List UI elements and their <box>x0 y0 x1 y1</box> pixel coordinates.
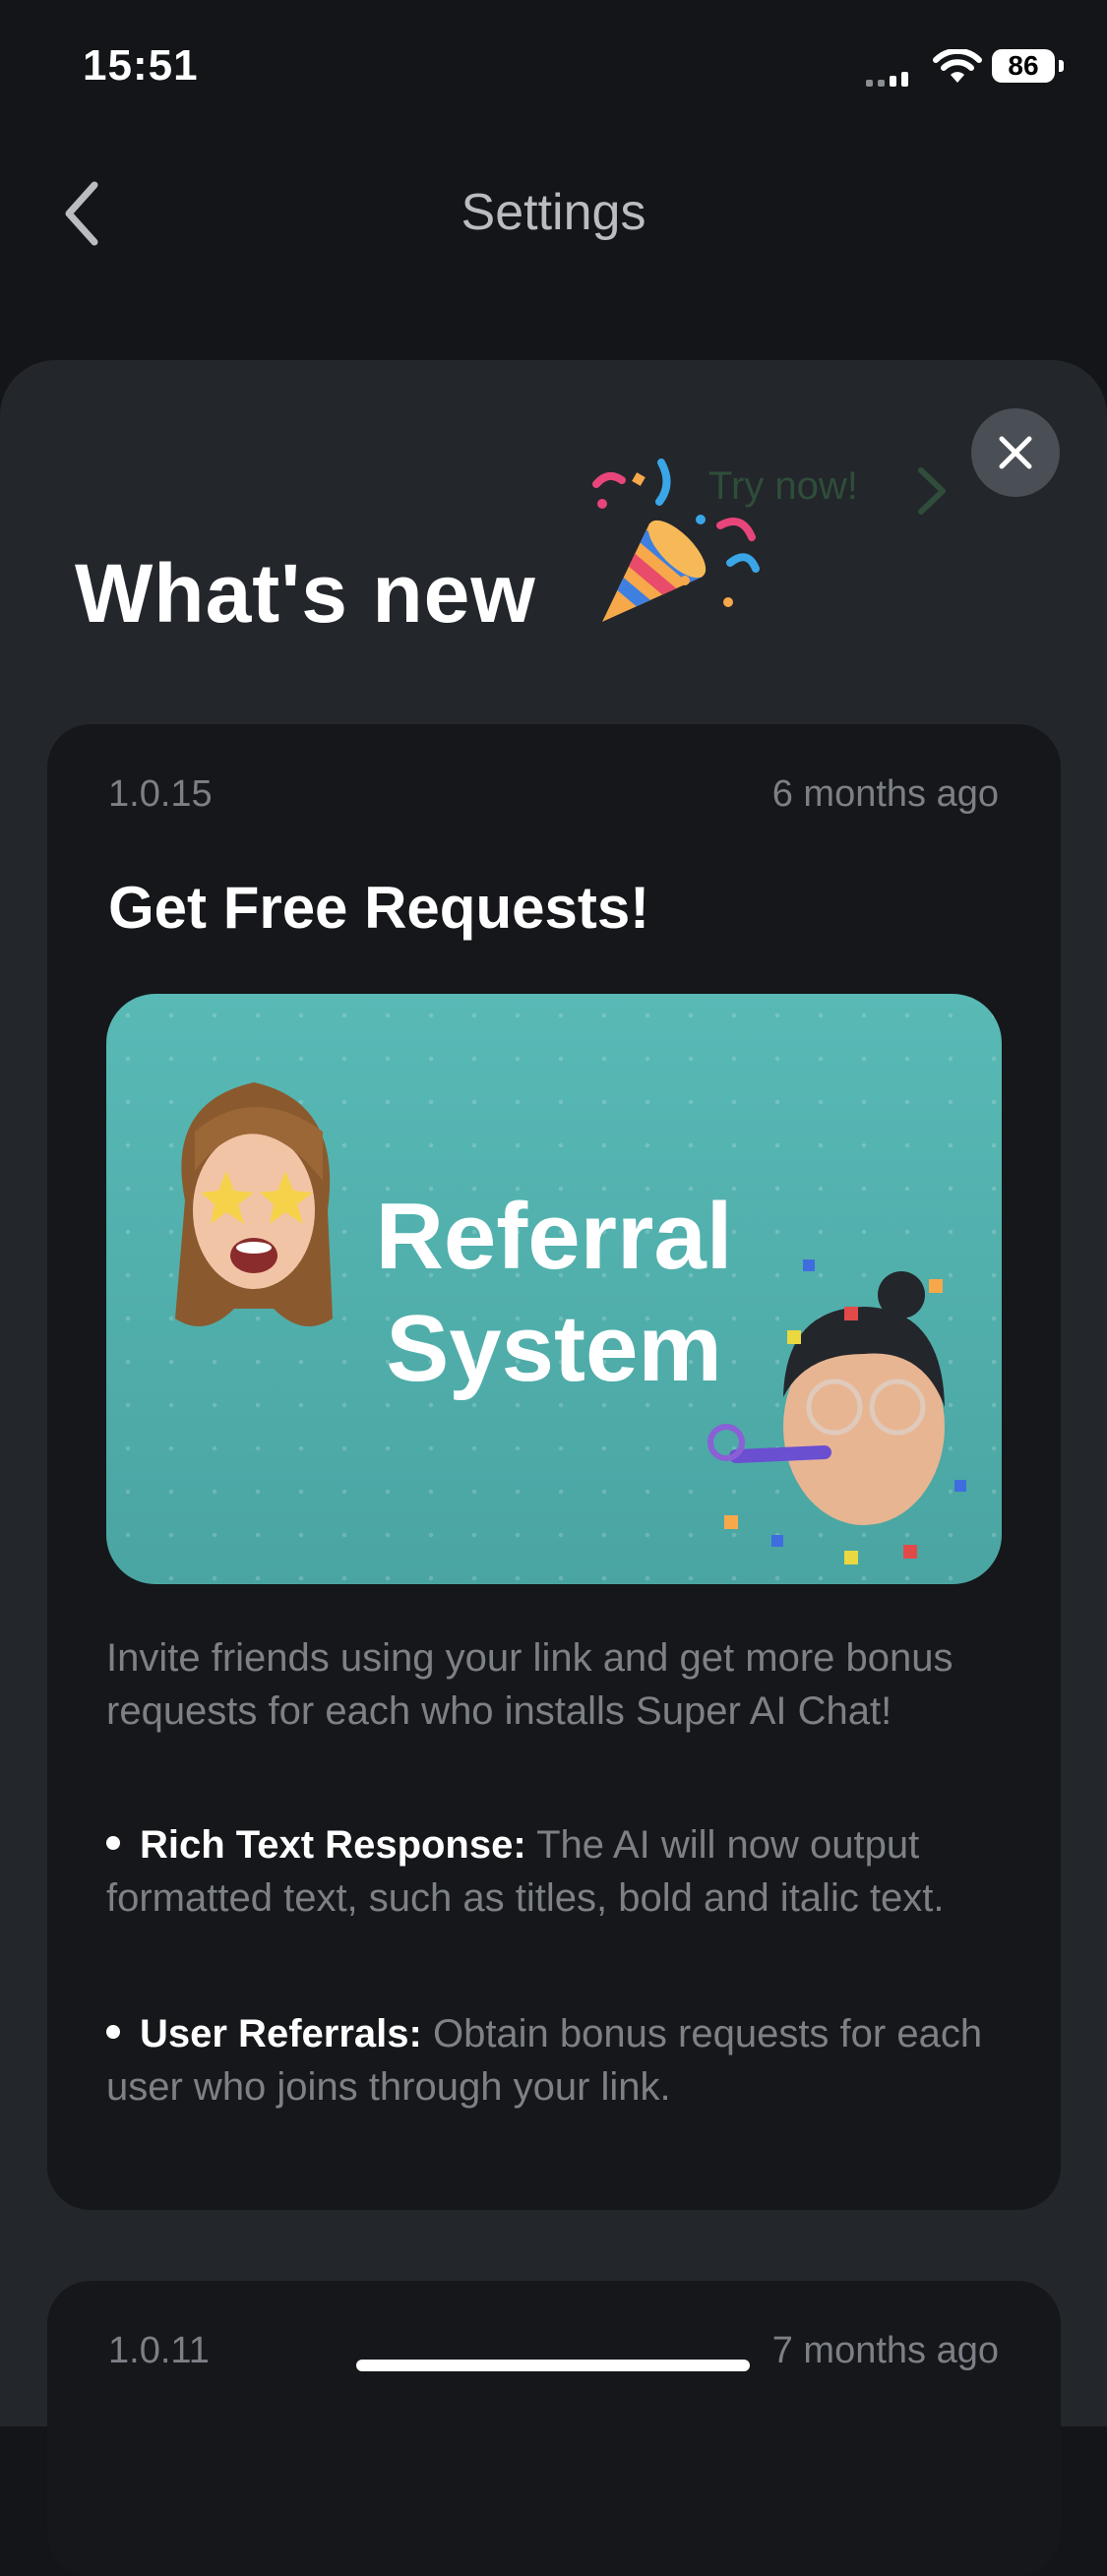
chevron-right-icon <box>918 467 946 515</box>
bullet-dot <box>106 2025 120 2040</box>
cellular-signal-icon <box>866 69 913 87</box>
release-description: Invite friends using your link and get m… <box>106 1636 953 1733</box>
release-card <box>47 2281 1061 2576</box>
page-title: Settings <box>461 184 646 241</box>
party-popper-icon <box>592 459 760 622</box>
referral-banner: Referral System <box>106 994 1002 1584</box>
feature-bullet: Rich Text Response: The AI will now outp… <box>106 1818 992 1925</box>
version-label: 1.0.11 <box>108 2330 210 2371</box>
release-age: 7 months ago <box>771 2330 999 2371</box>
close-button[interactable] <box>971 408 1060 497</box>
version-label: 1.0.15 <box>108 773 213 815</box>
feature-label: User Referrals: <box>140 2012 422 2055</box>
wifi-icon <box>933 49 982 83</box>
close-icon <box>999 436 1032 469</box>
battery-tip <box>1059 60 1064 72</box>
release-age: 6 months ago <box>771 773 999 815</box>
whats-new-title: What's new <box>75 547 536 640</box>
battery-indicator: 86 <box>992 49 1055 83</box>
home-indicator[interactable] <box>356 2360 750 2371</box>
feature-label: Rich Text Response: <box>140 1823 526 1867</box>
feature-bullet: User Referrals: Obtain bonus requests fo… <box>106 2007 992 2114</box>
status-time: 15:51 <box>83 41 199 90</box>
memoji-boy-icon <box>707 1259 966 1564</box>
bullet-dot <box>106 1836 120 1851</box>
release-heading: Get Free Requests! <box>108 875 650 941</box>
